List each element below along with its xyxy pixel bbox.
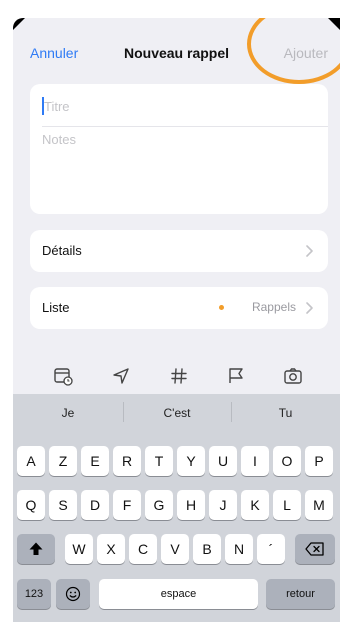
chevron-right-icon [306,302,313,314]
list-color-dot [219,305,224,310]
camera-icon[interactable] [283,366,303,386]
chevron-right-icon [306,245,313,257]
quick-toolbar [13,358,340,394]
key[interactable]: M [305,490,333,520]
key[interactable]: U [209,446,237,476]
flag-icon[interactable] [226,366,246,386]
key[interactable]: B [193,534,221,564]
divider [42,126,328,127]
key[interactable]: J [209,490,237,520]
calendar-clock-icon[interactable] [53,366,73,386]
key[interactable]: T [145,446,173,476]
key[interactable]: D [81,490,109,520]
reminder-form-card [30,84,328,214]
key[interactable]: Q [17,490,45,520]
key[interactable]: X [97,534,125,564]
key[interactable]: A [17,446,45,476]
list-value: Rappels [251,300,296,314]
key[interactable]: K [241,490,269,520]
list-row[interactable]: Liste Rappels [30,287,328,329]
navigation-bar: Annuler Nouveau rappel Ajouter [13,18,340,84]
suggestion-item[interactable]: Je [13,406,123,420]
numbers-key[interactable]: 123 [17,579,51,609]
key[interactable]: N [225,534,253,564]
list-label: Liste [42,300,70,315]
key[interactable]: G [145,490,173,520]
suggestion-item[interactable]: C'est [123,406,231,420]
keyboard: Je C'est Tu A Z E R T Y U I O P Q S D F … [13,394,340,622]
key[interactable]: L [273,490,301,520]
key[interactable]: V [161,534,189,564]
key[interactable]: Y [177,446,205,476]
key[interactable]: F [113,490,141,520]
suggestion-bar: Je C'est Tu [13,394,340,432]
emoji-icon [65,586,81,602]
key[interactable]: R [113,446,141,476]
title-input[interactable] [42,96,314,116]
shift-arrow-icon [29,542,43,555]
key[interactable]: C [129,534,157,564]
shift-key[interactable] [17,534,55,564]
space-key[interactable]: espace [99,579,258,609]
new-reminder-sheet: Annuler Nouveau rappel Ajouter Détails L… [13,18,340,622]
key[interactable]: O [273,446,301,476]
key[interactable]: P [305,446,333,476]
details-row[interactable]: Détails [30,230,328,272]
key[interactable]: I [241,446,269,476]
suggestion-item[interactable]: Tu [231,406,340,420]
add-button[interactable]: Ajouter [284,45,328,61]
key[interactable]: W [65,534,93,564]
details-label: Détails [42,243,82,258]
key[interactable]: H [177,490,205,520]
backspace-icon [305,542,324,556]
location-arrow-icon[interactable] [111,366,131,386]
key[interactable]: Z [49,446,77,476]
key[interactable]: ´ [257,534,285,564]
notes-input[interactable] [42,130,314,206]
hashtag-icon[interactable] [169,366,189,386]
return-key[interactable]: retour [266,579,335,609]
key[interactable]: S [49,490,77,520]
emoji-key[interactable] [56,579,90,609]
key[interactable]: E [81,446,109,476]
backspace-key[interactable] [295,534,335,564]
